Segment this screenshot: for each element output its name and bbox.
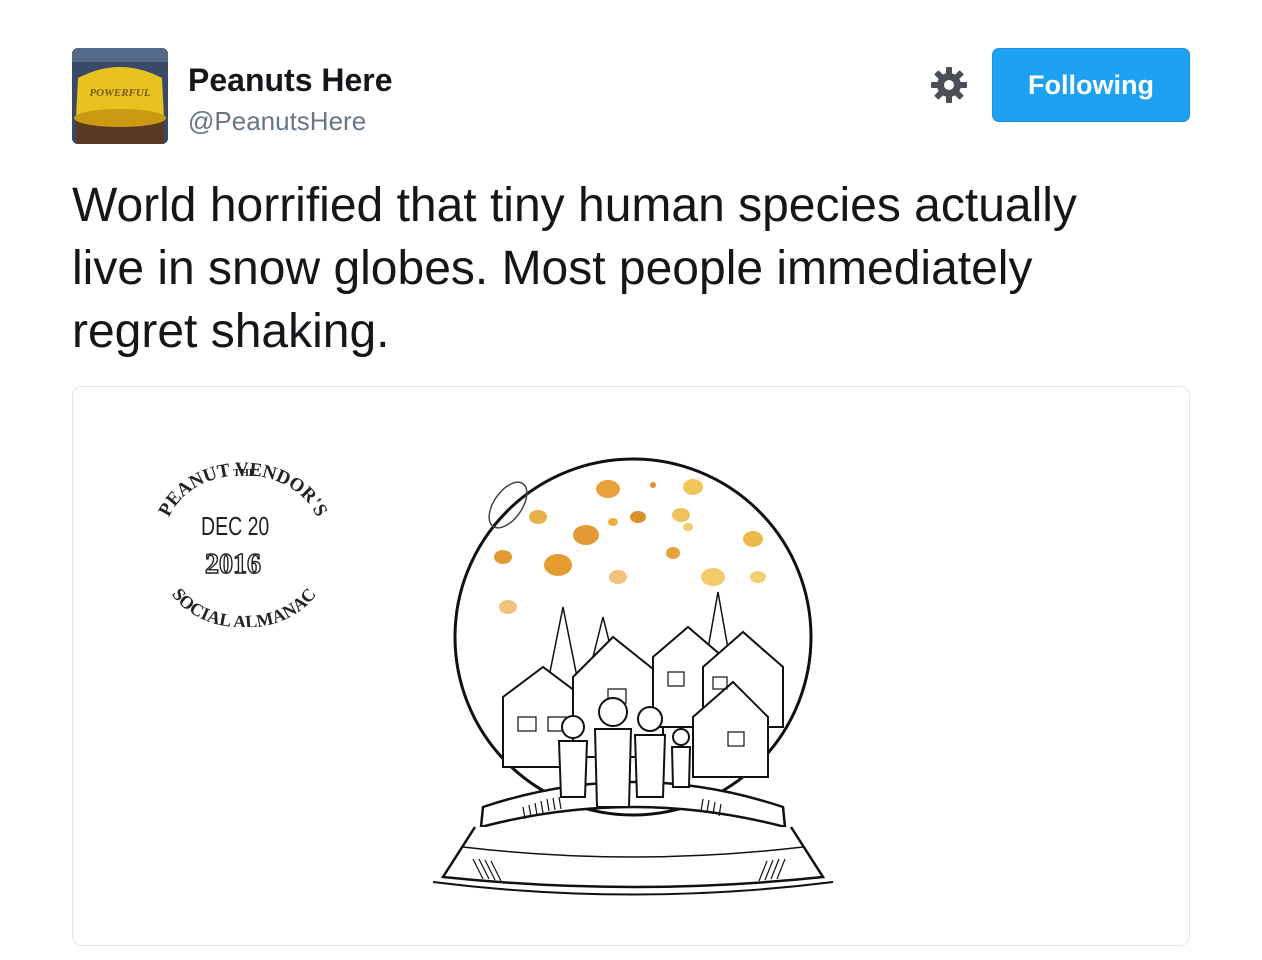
peanut-cap-avatar-icon: POWERFUL xyxy=(72,48,168,144)
tweet-text-line: live in snow globes. Most people immedia… xyxy=(72,242,1033,295)
user-handle[interactable]: @PeanutsHere xyxy=(188,106,366,137)
stamp-arcs: PEANUT VENDOR'S SOCIAL ALMANAC xyxy=(155,459,331,627)
tweet-media-image[interactable]: THE PEANUT VENDOR'S SOCIAL ALMANAC DEC 2… xyxy=(72,386,1190,946)
tweet-text-line: regret shaking. xyxy=(72,305,390,358)
stamp-year: 2016 xyxy=(204,548,261,580)
avatar[interactable]: POWERFUL xyxy=(72,48,168,144)
gear-icon[interactable] xyxy=(928,64,970,106)
tweet-text: World horrified that tiny human species … xyxy=(72,174,1212,363)
snow-globe-illustration xyxy=(432,457,834,896)
almanac-stamp: THE PEANUT VENDOR'S SOCIAL ALMANAC DEC 2… xyxy=(155,457,335,627)
avatar-cap-text: POWERFUL xyxy=(89,87,150,99)
following-button[interactable]: Following xyxy=(992,48,1190,122)
tweet-text-line: World horrified that tiny human species … xyxy=(72,179,1077,232)
tweet-card: POWERFUL Peanuts Here @PeanutsHere Follo… xyxy=(0,0,1262,960)
svg-text:SOCIAL ALMANAC: SOCIAL ALMANAC xyxy=(168,584,319,627)
stamp-bottom-arc: SOCIAL ALMANAC xyxy=(168,584,319,627)
display-name[interactable]: Peanuts Here xyxy=(188,62,393,99)
stamp-date: DEC 20 xyxy=(201,511,270,541)
